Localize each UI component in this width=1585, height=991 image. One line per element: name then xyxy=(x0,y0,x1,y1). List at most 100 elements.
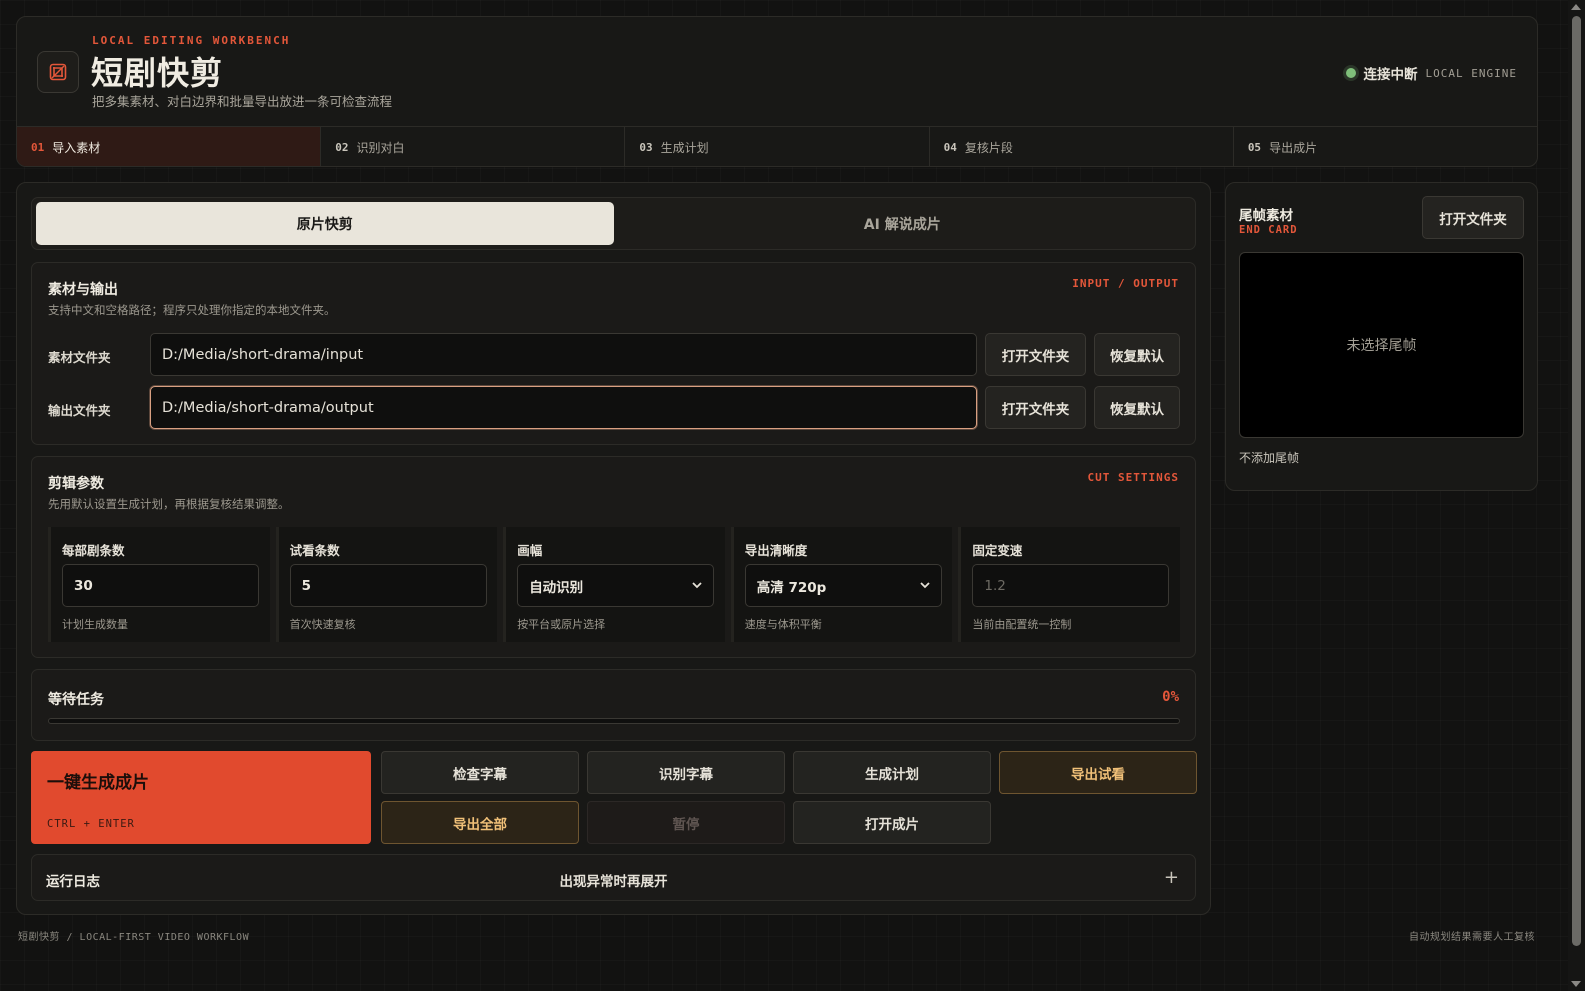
mode-switch: 原片快剪 AI 解说成片 xyxy=(31,197,1196,250)
step-number: 05 xyxy=(1247,140,1262,154)
param-speed: 固定变速 1.2 当前由配置统一控制 xyxy=(958,527,1180,642)
open-output-button[interactable]: 打开成片 xyxy=(793,801,991,844)
endcard-title: 尾帧素材 xyxy=(1239,208,1293,224)
shortcut-hint: CTRL + ENTER xyxy=(47,818,135,830)
input-folder-field[interactable] xyxy=(150,333,977,376)
preview-count-input[interactable]: 5 xyxy=(289,564,487,607)
app-subtitle: 把多集素材、对白边界和批量导出放进一条可检查流程 xyxy=(92,94,393,109)
step-plan[interactable]: 03 生成计划 xyxy=(625,127,930,166)
param-hint: 速度与体积平衡 xyxy=(744,618,822,631)
param-preview-count: 试看条数 5 首次快速复核 xyxy=(275,527,498,642)
open-input-folder-button[interactable]: 打开文件夹 xyxy=(985,333,1086,376)
input-folder-label: 素材文件夹 xyxy=(48,350,111,365)
status-dot-icon xyxy=(1345,68,1356,78)
status-text: 连接中断 xyxy=(1363,67,1418,83)
export-all-button[interactable]: 导出全部 xyxy=(381,801,579,844)
output-folder-label: 输出文件夹 xyxy=(48,403,111,418)
workflow-steps: 01 导入素材 02 识别对白 03 生成计划 04 复核片段 05 导出成片 xyxy=(17,126,1537,166)
speed-input: 1.2 xyxy=(972,564,1170,607)
param-label: 试看条数 xyxy=(289,543,340,558)
run-log-toggle[interactable]: 运行日志 出现异常时再展开 + xyxy=(31,854,1196,901)
cut-tag: CUT SETTINGS xyxy=(1087,471,1179,484)
step-number: 03 xyxy=(639,140,653,154)
scroll-down-icon[interactable] xyxy=(1571,981,1581,987)
export-preview-button[interactable]: 导出试看 xyxy=(999,751,1197,794)
param-label: 导出清晰度 xyxy=(744,543,808,558)
generate-all-label: 一键生成成片 xyxy=(47,773,149,793)
engine-label: LOCAL ENGINE xyxy=(1425,66,1517,80)
io-tag: INPUT / OUTPUT xyxy=(1072,277,1179,290)
progress-percent: 0% xyxy=(1162,689,1179,705)
io-subtitle: 支持中文和空格路径；程序只处理你指定的本地文件夹。 xyxy=(48,303,336,317)
step-label: 导入素材 xyxy=(52,140,101,155)
param-label: 画幅 xyxy=(517,543,543,558)
pause-button: 暂停 xyxy=(587,801,785,844)
endcard-panel: 尾帧素材 END CARD 打开文件夹 未选择尾帧 不添加尾帧 xyxy=(1225,182,1538,491)
chevron-down-icon xyxy=(920,582,930,589)
app-eyebrow: LOCAL EDITING WORKBENCH xyxy=(92,34,291,47)
scroll-up-icon[interactable] xyxy=(1571,4,1581,10)
progress-section: 等待任务 0% xyxy=(31,669,1196,741)
step-number: 02 xyxy=(335,140,349,154)
step-label: 生成计划 xyxy=(660,140,709,155)
param-episodes-count: 每部剧条数 30 计划生成数量 xyxy=(48,527,270,642)
mode-ai-button[interactable]: AI 解说成片 xyxy=(614,202,1192,245)
param-aspect: 画幅 自动识别 按平台或原片选择 xyxy=(503,527,725,642)
cut-params: 每部剧条数 30 计划生成数量 试看条数 5 首次快速复核 画幅 自动识别 按平… xyxy=(48,527,1180,642)
generate-all-button[interactable]: 一键生成成片 CTRL + ENTER xyxy=(31,751,371,844)
endcard-note: 不添加尾帧 xyxy=(1239,451,1300,465)
progress-bar xyxy=(48,718,1180,724)
app-title: 短剧快剪 xyxy=(91,54,224,92)
param-label: 每部剧条数 xyxy=(62,543,125,558)
step-review[interactable]: 04 复核片段 xyxy=(930,127,1234,166)
cut-title: 剪辑参数 xyxy=(48,476,104,492)
reset-output-folder-button[interactable]: 恢复默认 xyxy=(1094,386,1180,429)
param-hint: 当前由配置统一控制 xyxy=(972,618,1072,631)
check-subtitles-button[interactable]: 检查字幕 xyxy=(381,751,579,794)
main-panel: 原片快剪 AI 解说成片 素材与输出 支持中文和空格路径；程序只处理你指定的本地… xyxy=(16,182,1211,915)
footer-left: 短剧快剪 / LOCAL-FIRST VIDEO WORKFLOW xyxy=(18,932,250,943)
footer-right: 自动规划结果需要人工复核 xyxy=(1409,932,1535,943)
aspect-select-value: 自动识别 xyxy=(529,579,584,596)
step-number: 01 xyxy=(31,140,45,154)
chevron-down-icon xyxy=(692,582,702,589)
log-hint: 出现异常时再展开 xyxy=(559,874,668,890)
progress-title: 等待任务 xyxy=(48,692,104,708)
step-recognize[interactable]: 02 识别对白 xyxy=(321,127,626,166)
param-hint: 计划生成数量 xyxy=(62,618,128,631)
cut-settings-section: 剪辑参数 先用默认设置生成计划，再根据复核结果调整。 CUT SETTINGS … xyxy=(31,456,1196,658)
io-title: 素材与输出 xyxy=(48,282,118,298)
step-label: 识别对白 xyxy=(356,140,405,155)
param-hint: 按平台或原片选择 xyxy=(517,618,606,631)
step-number: 04 xyxy=(943,140,957,154)
episodes-count-input[interactable]: 30 xyxy=(62,564,259,607)
endcard-preview: 未选择尾帧 xyxy=(1239,252,1524,438)
param-resolution: 导出清晰度 高清 720p 速度与体积平衡 xyxy=(730,527,953,642)
page-scrollbar[interactable] xyxy=(1568,0,1585,991)
param-label: 固定变速 xyxy=(972,543,1023,558)
open-output-folder-button[interactable]: 打开文件夹 xyxy=(985,386,1086,429)
scroll-thumb[interactable] xyxy=(1572,16,1581,946)
aspect-select[interactable]: 自动识别 xyxy=(517,564,715,607)
expand-icon: + xyxy=(1163,867,1179,888)
generate-plan-button[interactable]: 生成计划 xyxy=(793,751,991,794)
cut-subtitle: 先用默认设置生成计划，再根据复核结果调整。 xyxy=(48,497,290,511)
open-endcard-folder-button[interactable]: 打开文件夹 xyxy=(1422,196,1524,239)
app-header: LOCAL EDITING WORKBENCH 短剧快剪 把多集素材、对白边界和… xyxy=(16,16,1538,167)
param-hint: 首次快速复核 xyxy=(289,618,356,631)
endcard-tag: END CARD xyxy=(1239,224,1298,236)
endcard-preview-text: 未选择尾帧 xyxy=(1346,338,1417,354)
crop-icon xyxy=(37,51,79,93)
output-folder-field[interactable] xyxy=(150,386,977,429)
step-label: 复核片段 xyxy=(964,140,1013,155)
step-import[interactable]: 01 导入素材 xyxy=(17,127,322,166)
recognize-subtitles-button[interactable]: 识别字幕 xyxy=(587,751,785,794)
step-label: 导出成片 xyxy=(1269,140,1318,155)
connection-status: 连接中断 LOCAL ENGINE xyxy=(1345,63,1517,83)
resolution-select-value: 高清 720p xyxy=(756,579,827,596)
io-section: 素材与输出 支持中文和空格路径；程序只处理你指定的本地文件夹。 INPUT / … xyxy=(31,262,1196,445)
mode-original-button[interactable]: 原片快剪 xyxy=(36,202,614,245)
resolution-select[interactable]: 高清 720p xyxy=(744,564,942,607)
reset-input-folder-button[interactable]: 恢复默认 xyxy=(1094,333,1180,376)
step-export[interactable]: 05 导出成片 xyxy=(1234,127,1537,166)
